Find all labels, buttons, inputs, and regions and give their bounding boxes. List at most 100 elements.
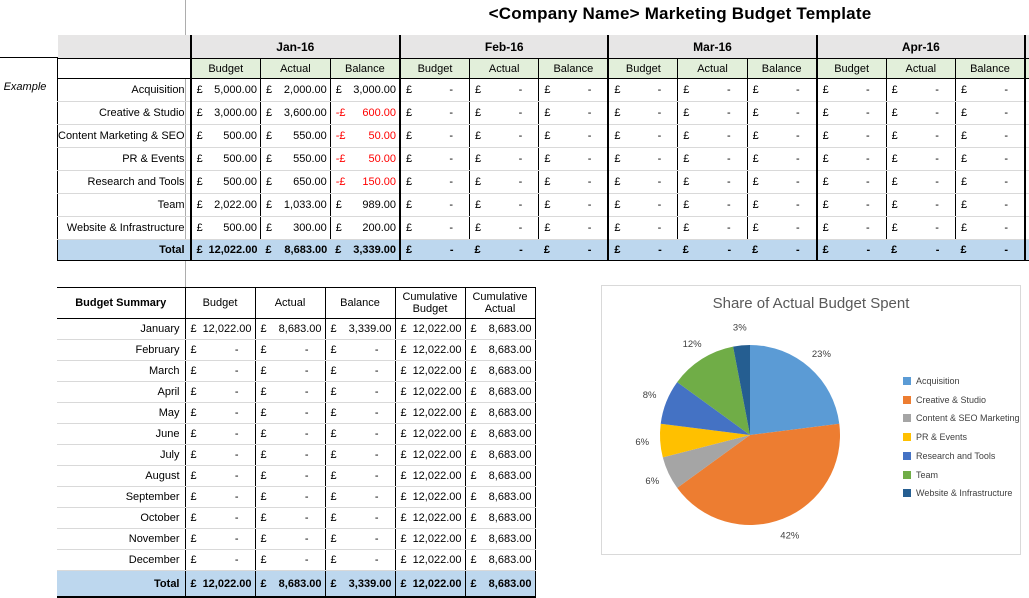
money-cell[interactable]: £- <box>255 340 325 361</box>
money-cell[interactable]: -£50.00 <box>330 125 400 148</box>
money-cell[interactable]: £- <box>469 148 538 171</box>
money-cell[interactable]: £- <box>608 148 677 171</box>
subheader-cell[interactable]: Actual <box>469 59 538 79</box>
money-cell[interactable]: £5,000.00 <box>191 79 261 102</box>
money-cell[interactable]: £- <box>185 466 255 487</box>
money-cell[interactable]: £- <box>955 217 1025 240</box>
money-cell[interactable]: £- <box>539 125 609 148</box>
money-cell[interactable]: £2,022.00 <box>191 194 261 217</box>
money-cell[interactable]: £- <box>678 217 747 240</box>
money-cell[interactable]: £- <box>255 424 325 445</box>
money-cell[interactable]: £- <box>678 194 747 217</box>
money-cell[interactable]: £- <box>747 194 817 217</box>
money-cell[interactable]: £- <box>608 240 677 261</box>
money-cell[interactable]: £550.00 <box>260 125 330 148</box>
month-label[interactable]: November <box>57 529 185 550</box>
money-cell[interactable]: £- <box>608 217 677 240</box>
money-cell[interactable]: £- <box>886 148 955 171</box>
money-cell[interactable]: £- <box>747 148 817 171</box>
money-cell[interactable]: £3,339.00 <box>325 571 395 598</box>
subheader-cell[interactable]: Budget <box>191 59 261 79</box>
money-cell[interactable]: £8,683.00 <box>260 240 330 261</box>
subheader-cell[interactable]: Budget <box>817 59 886 79</box>
money-cell[interactable]: £650.00 <box>260 171 330 194</box>
money-cell[interactable]: £- <box>400 102 469 125</box>
subheader-cell[interactable]: Budget <box>608 59 677 79</box>
money-cell[interactable]: £- <box>469 102 538 125</box>
money-cell[interactable]: £- <box>678 240 747 261</box>
money-cell[interactable]: £- <box>955 240 1025 261</box>
month-header-cell[interactable]: Jan-16 <box>191 35 400 59</box>
month-label[interactable]: June <box>57 424 185 445</box>
money-cell[interactable]: £- <box>886 194 955 217</box>
money-cell[interactable]: £- <box>955 171 1025 194</box>
money-cell[interactable]: £12,022.00 <box>395 529 465 550</box>
money-cell[interactable]: £- <box>817 102 886 125</box>
money-cell[interactable]: £- <box>185 550 255 571</box>
money-cell[interactable]: £- <box>185 529 255 550</box>
month-header-cell[interactable]: Mar-16 <box>608 35 816 59</box>
money-cell[interactable]: £- <box>886 217 955 240</box>
money-cell[interactable]: £- <box>325 340 395 361</box>
money-cell[interactable]: £12,022.00 <box>395 466 465 487</box>
money-cell[interactable]: £- <box>678 125 747 148</box>
money-cell[interactable]: £- <box>185 403 255 424</box>
money-cell[interactable]: £- <box>185 382 255 403</box>
money-cell[interactable]: £12,022.00 <box>395 382 465 403</box>
row-label[interactable]: Creative & Studio <box>58 102 191 125</box>
subheader-cell[interactable]: Balance <box>955 59 1025 79</box>
money-cell[interactable]: £12,022.00 <box>395 508 465 529</box>
money-cell[interactable]: £550.00 <box>260 148 330 171</box>
money-cell[interactable]: £8,683.00 <box>465 319 535 340</box>
money-cell[interactable]: £8,683.00 <box>465 340 535 361</box>
money-cell[interactable]: £- <box>400 240 469 261</box>
money-cell[interactable]: £3,339.00 <box>325 319 395 340</box>
money-cell[interactable]: £- <box>817 148 886 171</box>
money-cell[interactable]: £500.00 <box>191 171 261 194</box>
money-cell[interactable]: £8,683.00 <box>255 571 325 598</box>
money-cell[interactable]: £- <box>185 487 255 508</box>
money-cell[interactable]: £- <box>185 445 255 466</box>
money-cell[interactable]: £8,683.00 <box>465 571 535 598</box>
money-cell[interactable]: £- <box>255 361 325 382</box>
subheader-cell[interactable]: Actual <box>886 59 955 79</box>
money-cell[interactable]: £- <box>608 125 677 148</box>
money-cell[interactable]: £- <box>255 529 325 550</box>
row-label[interactable]: PR & Events <box>58 148 191 171</box>
money-cell[interactable]: £- <box>539 217 609 240</box>
money-cell[interactable]: £- <box>400 217 469 240</box>
money-cell[interactable]: £- <box>608 79 677 102</box>
money-cell[interactable]: £8,683.00 <box>465 529 535 550</box>
month-label[interactable]: January <box>57 319 185 340</box>
subheader-cell[interactable]: Balance <box>747 59 817 79</box>
money-cell[interactable]: £3,339.00 <box>330 240 400 261</box>
money-cell[interactable]: £- <box>325 361 395 382</box>
money-cell[interactable]: £8,683.00 <box>465 466 535 487</box>
money-cell[interactable]: £- <box>469 171 538 194</box>
money-cell[interactable]: £- <box>185 361 255 382</box>
money-cell[interactable]: £500.00 <box>191 148 261 171</box>
money-cell[interactable]: £- <box>185 508 255 529</box>
month-label[interactable]: July <box>57 445 185 466</box>
money-cell[interactable]: £- <box>886 102 955 125</box>
money-cell[interactable]: £12,022.00 <box>395 340 465 361</box>
summary-header-cell[interactable]: Budget Summary <box>57 288 185 319</box>
money-cell[interactable]: £8,683.00 <box>465 382 535 403</box>
money-cell[interactable]: £- <box>608 171 677 194</box>
summary-header-cell[interactable]: Cumulative Budget <box>395 288 465 319</box>
month-header-cell[interactable]: Feb-16 <box>400 35 608 59</box>
month-label[interactable]: December <box>57 550 185 571</box>
money-cell[interactable]: £- <box>539 240 609 261</box>
money-cell[interactable]: £- <box>886 79 955 102</box>
money-cell[interactable]: £- <box>955 148 1025 171</box>
money-cell[interactable]: £- <box>955 79 1025 102</box>
money-cell[interactable]: £- <box>747 217 817 240</box>
money-cell[interactable]: £- <box>325 466 395 487</box>
money-cell[interactable]: £12,022.00 <box>395 424 465 445</box>
row-label[interactable]: Research and Tools <box>58 171 191 194</box>
month-label[interactable]: September <box>57 487 185 508</box>
money-cell[interactable]: £12,022.00 <box>395 487 465 508</box>
money-cell[interactable]: £200.00 <box>330 217 400 240</box>
money-cell[interactable]: £- <box>817 194 886 217</box>
money-cell[interactable]: £- <box>817 125 886 148</box>
